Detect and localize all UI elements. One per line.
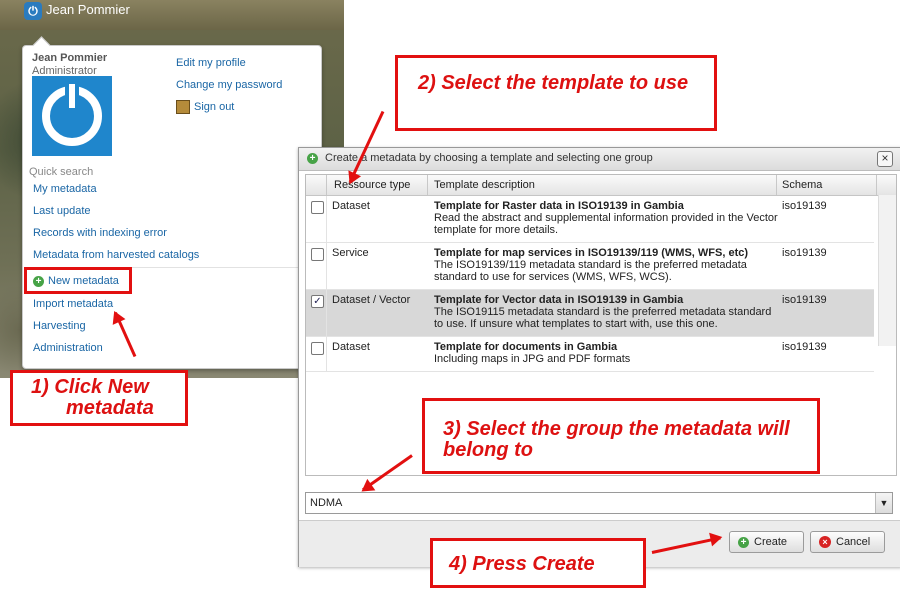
template-description: Including maps in JPG and PDF formats — [434, 353, 631, 365]
table-row-selected[interactable]: ✓ Dataset / Vector Template for Vector d… — [306, 290, 874, 337]
sign-out-link[interactable]: x Sign out — [176, 100, 234, 114]
power-logo-icon — [42, 80, 102, 146]
user-name: Jean Pommier — [32, 52, 108, 64]
template-description: The ISO19139/119 metadata standard is th… — [434, 259, 747, 283]
harvesting-link[interactable]: Harvesting — [33, 320, 86, 332]
administration-link[interactable]: Administration — [33, 342, 103, 354]
annotation-step1-line1: 1) Click New — [31, 376, 149, 398]
template-checkbox[interactable] — [311, 342, 324, 355]
harvested-catalogs-link[interactable]: Metadata from harvested catalogs — [33, 249, 199, 261]
resource-type: Dataset — [332, 341, 370, 353]
resource-type: Dataset / Vector — [332, 294, 411, 306]
annotation-step4: 4) Press Create — [430, 538, 646, 588]
col-schema[interactable]: Schema — [782, 179, 822, 191]
top-bar: ⏻ Jean Pommier — [0, 0, 344, 30]
row-divider — [326, 337, 327, 371]
create-button-label: Create — [754, 536, 788, 548]
avatar — [32, 76, 112, 156]
new-metadata-highlight — [24, 267, 132, 294]
column-divider — [326, 175, 327, 195]
row-divider — [326, 243, 327, 289]
chevron-down-icon[interactable]: ▼ — [875, 493, 892, 513]
group-select-value: NDMA — [310, 497, 343, 509]
create-button[interactable]: + Create — [729, 531, 804, 553]
topbar-username[interactable]: Jean Pommier — [46, 2, 130, 17]
sign-out-label: Sign out — [194, 101, 235, 113]
template-description: The ISO19115 metadata standard is the pr… — [434, 306, 772, 330]
close-icon[interactable]: × — [877, 151, 893, 167]
column-divider — [776, 175, 777, 195]
row-divider — [326, 196, 327, 242]
cancel-button[interactable]: × Cancel — [810, 531, 885, 553]
user-menu-popup: Jean Pommier Administrator Edit my profi… — [22, 36, 322, 369]
template-title: Template for Raster data in ISO19139 in … — [434, 200, 684, 212]
last-update-link[interactable]: Last update — [33, 205, 91, 217]
annotation-step3: 3) Select the group the metadata will be… — [422, 398, 820, 474]
row-divider — [326, 290, 327, 336]
edit-profile-link[interactable]: Edit my profile — [176, 57, 246, 69]
change-password-link[interactable]: Change my password — [176, 79, 282, 91]
template-schema: iso19139 — [782, 341, 827, 353]
grid-header: Ressource type Template description Sche… — [306, 175, 896, 196]
indexing-error-link[interactable]: Records with indexing error — [33, 227, 167, 239]
table-row[interactable]: Dataset Template for Raster data in ISO1… — [306, 196, 874, 243]
template-checkbox[interactable] — [311, 248, 324, 261]
template-title: Template for documents in Gambia — [434, 341, 618, 353]
table-row[interactable]: Dataset Template for documents in Gambia… — [306, 337, 874, 372]
add-icon: + — [738, 536, 749, 548]
template-checkbox-checked[interactable]: ✓ — [311, 295, 324, 308]
template-schema: iso19139 — [782, 200, 827, 212]
annotation-step2: 2) Select the template to use — [395, 55, 717, 131]
template-schema: iso19139 — [782, 294, 827, 306]
template-title: Template for map services in ISO19139/11… — [434, 247, 749, 259]
create-metadata-dialog: + Create a metadata by choosing a templa… — [298, 147, 900, 567]
grid-scrollbar[interactable] — [878, 195, 896, 346]
quick-search-label: Quick search — [29, 166, 94, 178]
cancel-icon: × — [819, 536, 831, 548]
resource-type: Dataset — [332, 200, 370, 212]
table-row[interactable]: Service Template for map services in ISO… — [306, 243, 874, 290]
resource-type: Service — [332, 247, 369, 259]
template-title: Template for Vector data in ISO19139 in … — [434, 294, 684, 306]
my-metadata-link[interactable]: My metadata — [33, 183, 97, 195]
dialog-titlebar: + Create a metadata by choosing a templa… — [299, 148, 900, 171]
annotation-step1-line2: metadata — [66, 397, 154, 419]
template-description: Read the abstract and supplemental infor… — [434, 212, 778, 236]
col-template-description[interactable]: Template description — [434, 179, 535, 191]
column-divider — [876, 175, 877, 195]
group-select[interactable]: NDMA ▼ — [305, 492, 893, 514]
template-schema: iso19139 — [782, 247, 827, 259]
column-divider — [427, 175, 428, 195]
power-icon[interactable]: ⏻ — [24, 2, 42, 20]
import-metadata-link[interactable]: Import metadata — [33, 298, 113, 310]
sign-out-icon: x — [176, 100, 190, 114]
cancel-button-label: Cancel — [836, 536, 871, 548]
dialog-title: Create a metadata by choosing a template… — [325, 152, 653, 164]
template-checkbox[interactable] — [311, 201, 324, 214]
annotation-step1: 1) Click New metadata — [10, 370, 188, 426]
add-icon: + — [307, 153, 318, 164]
